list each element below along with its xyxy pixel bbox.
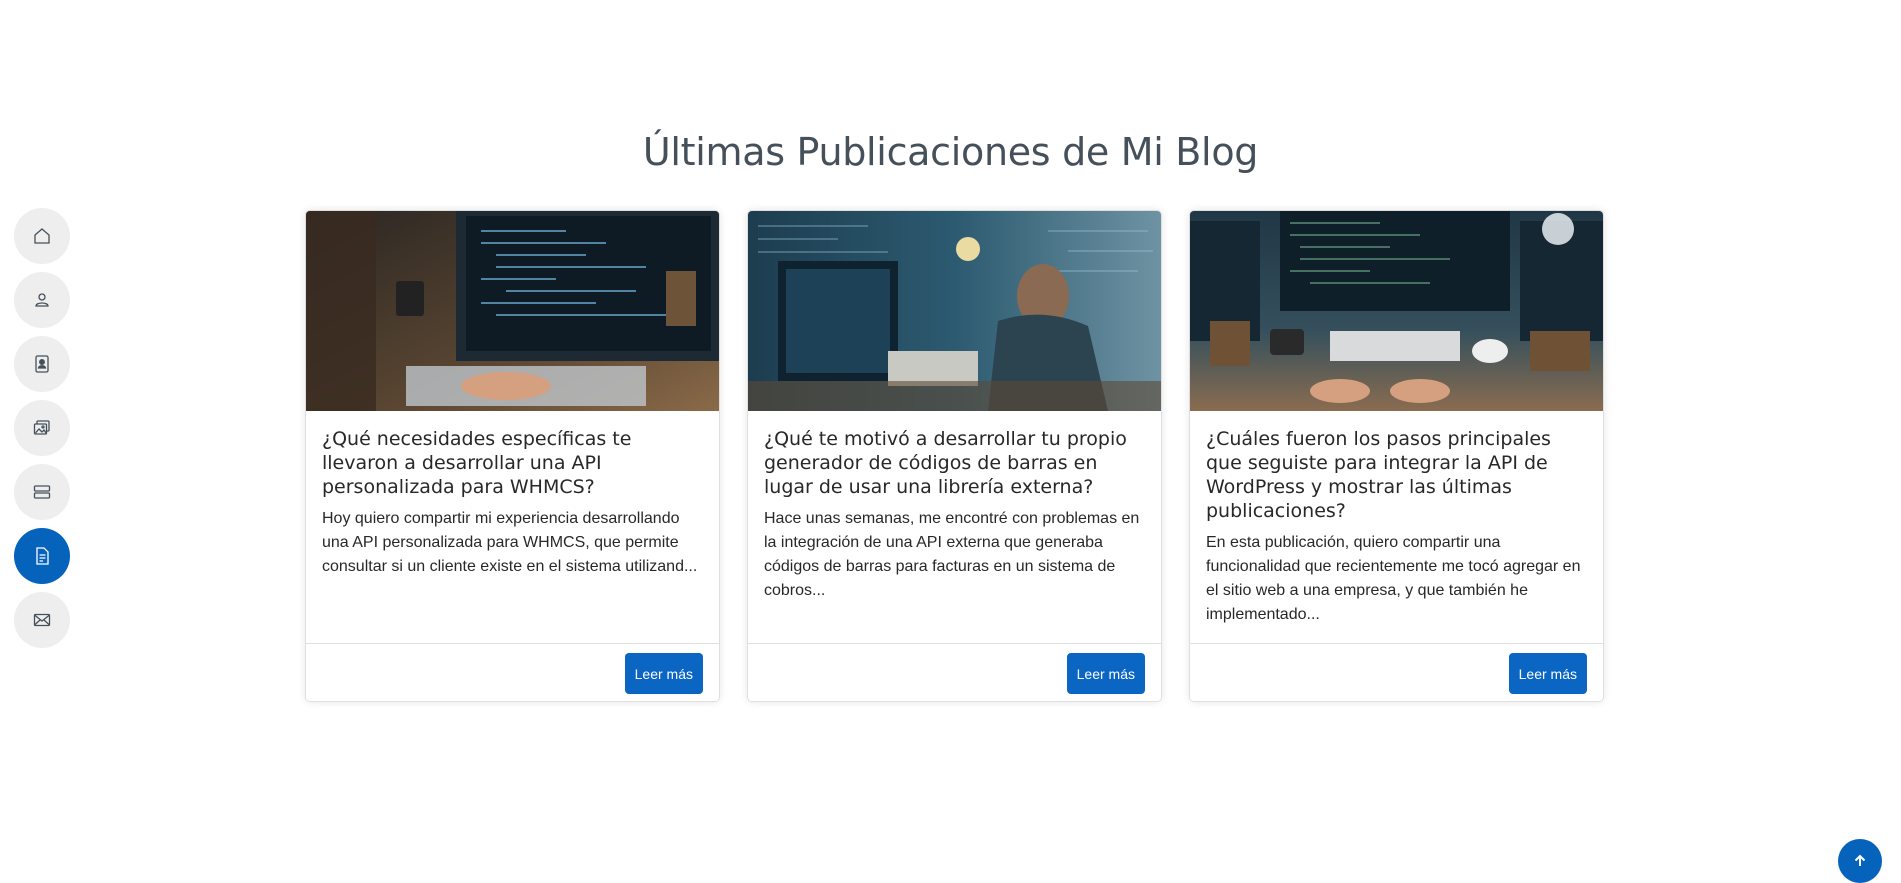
- card-footer: Leer más: [306, 643, 719, 701]
- nav-contact-button[interactable]: [14, 592, 70, 648]
- blog-post-card: ¿Qué necesidades específicas te llevaron…: [305, 210, 720, 702]
- post-thumbnail-image: [1190, 211, 1603, 411]
- read-more-button[interactable]: Leer más: [624, 653, 703, 694]
- server-icon: [33, 485, 51, 499]
- nav-about-button[interactable]: [14, 272, 70, 328]
- back-to-top-button[interactable]: [1838, 839, 1882, 883]
- post-title[interactable]: ¿Qué te motivó a desarrollar tu propio g…: [764, 427, 1145, 499]
- file-text-icon: [36, 547, 49, 565]
- blog-posts-list: ¿Qué necesidades específicas te llevaron…: [305, 210, 1604, 702]
- nav-services-button[interactable]: [14, 464, 70, 520]
- arrow-up-icon: [1854, 854, 1866, 866]
- nav-blog-button[interactable]: [14, 528, 70, 584]
- blog-post-card: ¿Qué te motivó a desarrollar tu propio g…: [747, 210, 1162, 702]
- card-footer: Leer más: [1190, 643, 1603, 701]
- nav-home-button[interactable]: [14, 208, 70, 264]
- images-icon: [33, 420, 50, 435]
- post-excerpt: Hoy quiero compartir mi experiencia desa…: [322, 510, 698, 575]
- file-person-icon: [35, 355, 49, 373]
- read-more-button[interactable]: Leer más: [1508, 653, 1587, 694]
- post-title[interactable]: ¿Cuáles fueron los pasos principales que…: [1206, 427, 1587, 523]
- blog-post-card: ¿Cuáles fueron los pasos principales que…: [1189, 210, 1604, 702]
- post-thumbnail-image: [748, 211, 1161, 411]
- nav-resume-button[interactable]: [14, 336, 70, 392]
- post-excerpt: Hace unas semanas, me encontré con probl…: [764, 510, 1140, 599]
- post-thumbnail-image: [306, 211, 719, 411]
- read-more-button[interactable]: Leer más: [1066, 653, 1145, 694]
- person-icon: [35, 293, 49, 307]
- post-excerpt: En esta publicación, quiero compartir un…: [1206, 534, 1581, 623]
- side-navigation: [14, 208, 70, 656]
- house-icon: [34, 228, 50, 244]
- section-title: Últimas Publicaciones de Mi Blog: [642, 130, 1259, 174]
- nav-portfolio-button[interactable]: [14, 400, 70, 456]
- post-title[interactable]: ¿Qué necesidades específicas te llevaron…: [322, 427, 703, 499]
- envelope-icon: [33, 613, 51, 627]
- card-footer: Leer más: [748, 643, 1161, 701]
